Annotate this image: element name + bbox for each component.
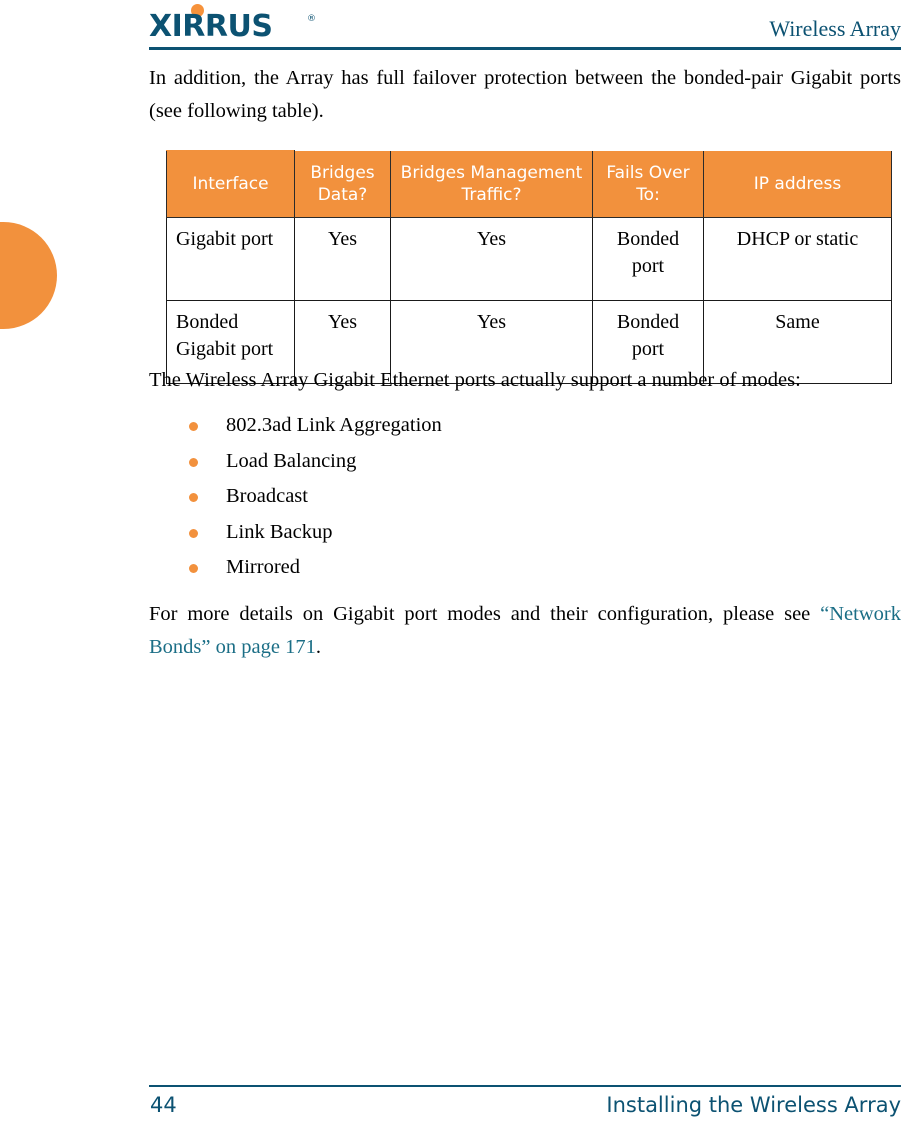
intro-paragraph-block: In addition, the Array has full failover… [149,62,901,128]
header-divider [149,47,901,50]
closing-paragraph-suffix: . [315,635,321,658]
column-header-ip-address: IP address [703,150,892,218]
list-item-label: Broadcast [226,485,308,507]
column-header-fails-over-to: Fails Over To: [592,150,704,218]
column-header-interface: Interface [166,150,295,218]
bullet-dot-icon [189,564,198,573]
bullet-dot-icon [189,493,198,502]
bullet-dot-icon [189,422,198,431]
list-item: Broadcast [149,479,901,515]
list-item: Link Backup [149,515,901,551]
list-item-label: Link Backup [226,520,333,543]
table-body: Gigabit port Yes Yes Bonded port DHCP or… [166,217,892,384]
page-footer: 44 Installing the Wireless Array [149,1085,901,1131]
logo-wordmark: XIRRUS [149,9,273,44]
document-page: XIRRUS ® Wireless Array In addition, the… [0,0,901,1137]
failover-table: Interface Bridges Data? Bridges Manageme… [166,150,892,384]
failover-table-wrapper: Interface Bridges Data? Bridges Manageme… [166,150,892,384]
list-item: Mirrored [149,550,901,586]
cell-bridges-management-traffic: Yes [390,217,593,301]
list-item: 802.3ad Link Aggregation [149,408,901,444]
cell-interface: Gigabit port [166,217,295,301]
cell-ip-address: DHCP or static [703,217,892,301]
bullet-dot-icon [189,457,198,467]
list-item-label: Mirrored [226,556,301,578]
cell-bridges-data: Yes [294,217,391,301]
table-header-row: Interface Bridges Data? Bridges Manageme… [166,150,892,218]
list-item-label: 802.3ad Link Aggregation [226,414,442,436]
page-header: XIRRUS ® Wireless Array [149,0,901,52]
bullet-dot-icon [189,528,198,538]
closing-paragraph: For more details on Gigabit port modes a… [149,598,901,664]
chapter-thumb-tab [0,222,57,329]
footer-section-title: Installing the Wireless Array [606,1093,901,1117]
column-header-bridges-data: Bridges Data? [294,150,391,218]
footer-page-number: 44 [150,1093,177,1117]
column-header-bridges-management-traffic: Bridges Management Traffic? [390,150,593,218]
header-title: Wireless Array [769,16,901,41]
logo-registered-mark: ® [307,14,316,24]
intro-paragraph: In addition, the Array has full failover… [149,67,901,122]
table-header: Interface Bridges Data? Bridges Manageme… [166,150,892,218]
table-row: Gigabit port Yes Yes Bonded port DHCP or… [166,217,892,301]
cell-fails-over-to: Bonded port [592,217,704,301]
list-item-label: Load Balancing [226,449,357,472]
modes-lead-in-paragraph: The Wireless Array Gigabit Ethernet port… [149,369,801,391]
list-item: Load Balancing [149,444,901,480]
xirrus-logo: XIRRUS ® [149,3,349,43]
closing-paragraph-prefix: For more details on Gigabit port modes a… [149,602,821,625]
footer-divider [149,1085,901,1087]
modes-list: 802.3ad Link Aggregation Load Balancing … [149,408,901,586]
modes-block: The Wireless Array Gigabit Ethernet port… [149,364,901,664]
